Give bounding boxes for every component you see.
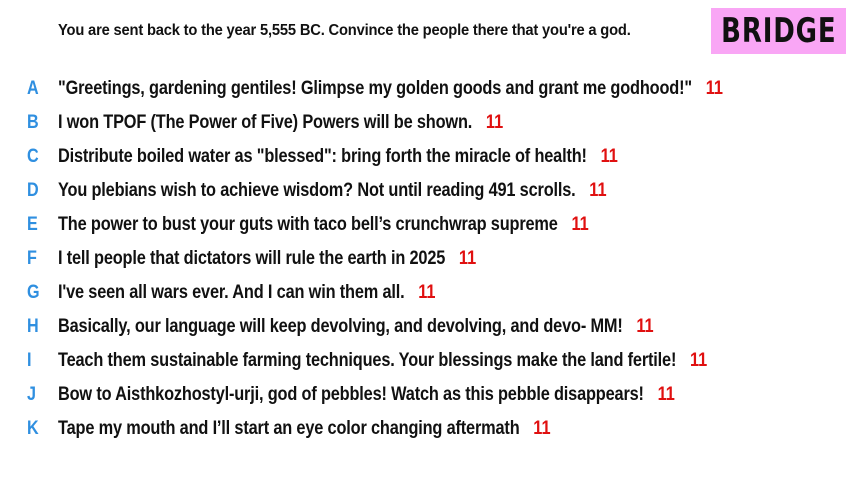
answer-text: The power to bust your guts with taco be…: [58, 214, 558, 235]
answer-item-h[interactable]: H Basically, our language will keep devo…: [0, 310, 853, 344]
answer-text: Bow to Aisthkozhostyl-urji, god of pebbl…: [58, 384, 644, 405]
answer-text: You plebians wish to achieve wisdom? Not…: [58, 180, 576, 201]
answer-score: 11: [657, 384, 675, 405]
answer-letter: A: [27, 78, 39, 99]
answer-list: A "Greetings, gardening gentiles! Glimps…: [0, 72, 853, 446]
bridge-badge: BRIDGE: [711, 8, 846, 54]
answer-score: 11: [418, 282, 436, 303]
answer-letter: B: [27, 112, 39, 133]
answer-letter: F: [27, 248, 37, 269]
answer-text: Teach them sustainable farming technique…: [58, 350, 677, 371]
answer-letter: I: [27, 350, 32, 371]
answer-score: 11: [689, 350, 708, 371]
answer-text: I've seen all wars ever. And I can win t…: [58, 282, 405, 303]
answer-letter: C: [27, 146, 39, 167]
answer-item-d[interactable]: D You plebians wish to achieve wisdom? N…: [0, 174, 853, 208]
answer-item-e[interactable]: E The power to bust your guts with taco …: [0, 208, 853, 242]
answer-letter: D: [27, 180, 39, 201]
prompt-text: You are sent back to the year 5,555 BC. …: [58, 22, 631, 39]
answer-letter: E: [27, 214, 38, 235]
answer-item-c[interactable]: C Distribute boiled water as "blessed": …: [0, 140, 853, 174]
answer-text: Distribute boiled water as "blessed": br…: [58, 146, 587, 167]
answer-item-j[interactable]: J Bow to Aisthkozhostyl-urji, god of peb…: [0, 378, 853, 412]
answer-letter: G: [27, 282, 40, 303]
answer-item-b[interactable]: B I won TPOF (The Power of Five) Powers …: [0, 106, 853, 140]
answer-letter: J: [27, 384, 36, 405]
answer-score: 11: [705, 78, 723, 99]
answer-item-g[interactable]: G I've seen all wars ever. And I can win…: [0, 276, 853, 310]
answer-item-a[interactable]: A "Greetings, gardening gentiles! Glimps…: [0, 72, 853, 106]
badge-label: BRIDGE: [720, 11, 837, 51]
answer-score: 11: [458, 248, 477, 269]
answer-text: I tell people that dictators will rule t…: [58, 248, 446, 269]
answer-text: "Greetings, gardening gentiles! Glimpse …: [58, 78, 692, 99]
answer-score: 11: [636, 316, 654, 337]
answer-score: 11: [589, 180, 607, 201]
answer-text: I won TPOF (The Power of Five) Powers wi…: [58, 112, 473, 133]
answer-text: Basically, our language will keep devolv…: [58, 316, 623, 337]
answer-item-f[interactable]: F I tell people that dictators will rule…: [0, 242, 853, 276]
answer-item-i[interactable]: I Teach them sustainable farming techniq…: [0, 344, 853, 378]
answer-score: 11: [533, 418, 551, 439]
answer-letter: H: [27, 316, 39, 337]
answer-score: 11: [571, 214, 589, 235]
answer-text: Tape my mouth and I’ll start an eye colo…: [58, 418, 520, 439]
answer-score: 11: [485, 112, 504, 133]
answer-item-k[interactable]: K Tape my mouth and I’ll start an eye co…: [0, 412, 853, 446]
answer-score: 11: [600, 146, 618, 167]
answer-letter: K: [27, 418, 39, 439]
